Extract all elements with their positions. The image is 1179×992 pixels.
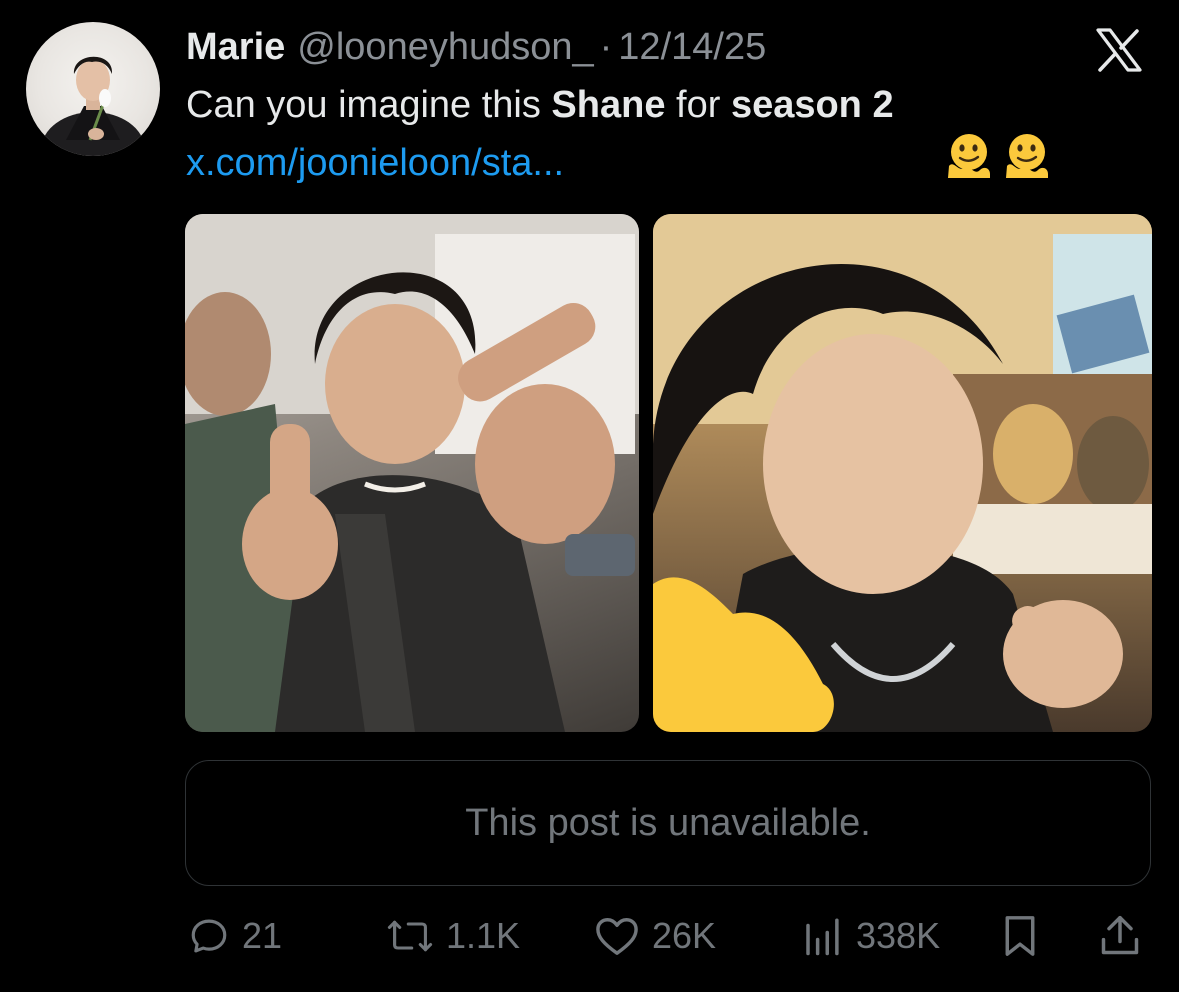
tweet-header: Marie @looneyhudson_ · 12/14/25	[186, 22, 766, 72]
avatar-portrait-image	[41, 56, 145, 156]
bookmark-button[interactable]	[1000, 912, 1040, 960]
quoted-post-unavailable: This post is unavailable.	[185, 760, 1151, 886]
like-button[interactable]: 26K	[594, 912, 716, 960]
tweet-link[interactable]: x.com/joonieloon/sta...	[186, 138, 564, 188]
repost-button[interactable]: 1.1K	[386, 912, 520, 960]
avatar[interactable]	[26, 22, 160, 156]
post-date[interactable]: 12/14/25	[618, 22, 766, 72]
photo-image-icon	[653, 214, 1152, 732]
tweet-photo-2[interactable]	[653, 214, 1152, 732]
action-bar: 21 1.1K 26K 338K	[0, 912, 1179, 960]
tweet-text-bold: season 2	[730, 84, 894, 126]
repost-icon	[387, 920, 433, 952]
tweet-text-part: for	[665, 84, 731, 126]
repost-count: 1.1K	[446, 915, 521, 956]
tweet-photo-1[interactable]	[185, 214, 639, 732]
unavailable-message: This post is unavailable.	[465, 801, 871, 844]
x-logo-icon	[1094, 28, 1144, 72]
reply-count: 21	[242, 915, 283, 956]
share-button[interactable]	[1098, 912, 1142, 960]
bookmark-icon	[1005, 916, 1035, 956]
tweet-text: Can you imagine this Shane for season 2	[186, 80, 1048, 178]
author-name[interactable]: Marie	[186, 22, 285, 72]
tweet-text-bold: Shane	[551, 84, 666, 126]
like-count: 26K	[652, 915, 717, 956]
tweet-text-part: Can you imagine this	[186, 84, 552, 126]
author-handle[interactable]: @looneyhudson_	[297, 22, 593, 72]
photo-image-icon	[185, 214, 639, 732]
views-button[interactable]: 338K	[800, 912, 940, 960]
reply-button[interactable]: 21	[188, 912, 282, 960]
views-chart-icon	[806, 918, 839, 956]
share-icon	[1101, 915, 1139, 955]
heart-icon	[596, 918, 638, 955]
melting-face-emoji-icon	[960, 80, 1048, 178]
header-separator: ·	[599, 26, 613, 68]
reply-icon	[191, 919, 227, 953]
melting-face-emoji-icon	[902, 80, 990, 178]
views-count: 338K	[856, 915, 941, 956]
